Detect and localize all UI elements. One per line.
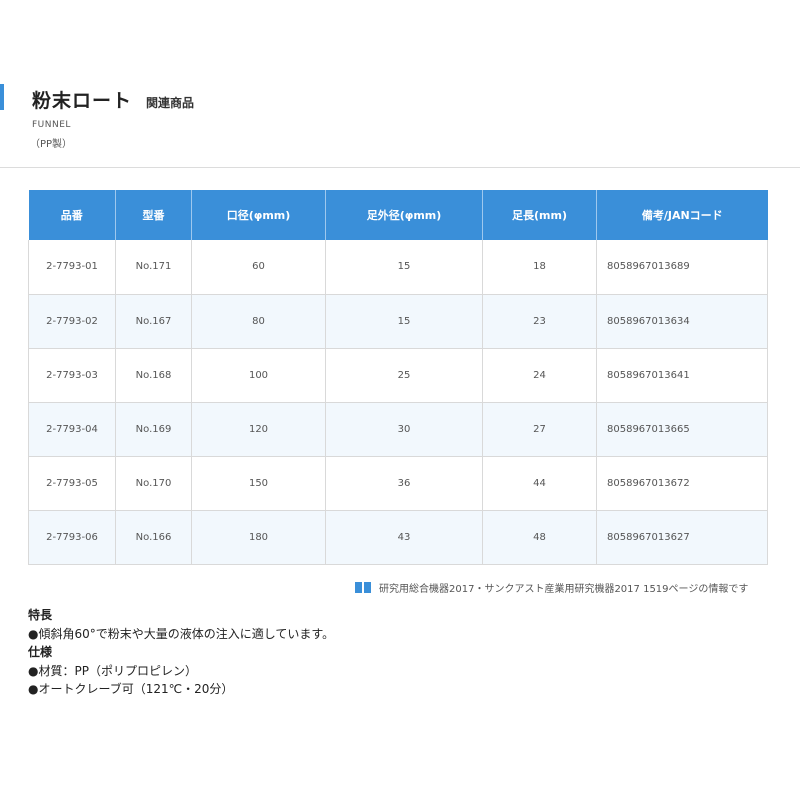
cell-jan-code: 8058967013634: [596, 294, 768, 349]
cell-jan-code: 8058967013665: [596, 402, 768, 457]
cell-mouth-diameter: 120: [191, 402, 326, 457]
specs-heading: 仕様: [28, 645, 53, 659]
table-header-row: 品番 型番 口径(φmm) 足外径(φmm) 足長(mm) 備考/JANコード: [28, 190, 768, 240]
english-name: FUNNEL: [32, 120, 71, 130]
cell-mouth-diameter: 80: [191, 294, 326, 349]
spec-item: ●オートクレーブ可（121℃・20分）: [28, 682, 234, 696]
cell-part-no: 2-7793-02: [28, 294, 116, 349]
cell-part-no: 2-7793-04: [28, 402, 116, 457]
cell-mouth-diameter: 180: [191, 510, 326, 565]
cell-jan-code: 8058967013672: [596, 456, 768, 511]
page-title: 粉末ロート: [32, 90, 133, 112]
material-note: （PP製）: [30, 139, 73, 150]
column-header-model: 型番: [115, 190, 192, 240]
cell-leg-length: 18: [482, 240, 597, 295]
cell-mouth-diameter: 60: [191, 240, 326, 295]
column-header-jan-code: 備考/JANコード: [596, 190, 768, 240]
cell-leg-outer-diameter: 15: [325, 240, 483, 295]
cell-jan-code: 8058967013641: [596, 348, 768, 403]
cell-model: No.170: [115, 456, 192, 511]
cell-leg-outer-diameter: 43: [325, 510, 483, 565]
features-section: 特長 ●傾斜角60°で粉末や大量の液体の注入に適しています。 仕様 ●材質：PP…: [28, 606, 334, 699]
spec-item: ●材質：PP（ポリプロピレン）: [28, 663, 197, 678]
cell-mouth-diameter: 150: [191, 456, 326, 511]
cell-model: No.171: [115, 240, 192, 295]
table-row: 2-7793-03 No.168 100 25 24 8058967013641: [28, 348, 768, 403]
cell-leg-length: 48: [482, 510, 597, 565]
cell-leg-outer-diameter: 36: [325, 456, 483, 511]
column-header-part-no: 品番: [28, 190, 116, 240]
accent-bar: [0, 84, 4, 110]
cell-part-no: 2-7793-03: [28, 348, 116, 403]
spec-table-container: 品番 型番 口径(φmm) 足外径(φmm) 足長(mm) 備考/JANコード …: [28, 190, 768, 565]
cell-part-no: 2-7793-05: [28, 456, 116, 511]
cell-leg-length: 27: [482, 402, 597, 457]
cell-jan-code: 8058967013689: [596, 240, 768, 295]
table-row: 2-7793-05 No.170 150 36 44 8058967013672: [28, 456, 768, 511]
related-products-label: 関連商品: [146, 96, 195, 110]
table-row: 2-7793-02 No.167 80 15 23 8058967013634: [28, 294, 768, 349]
cell-model: No.169: [115, 402, 192, 457]
cell-mouth-diameter: 100: [191, 348, 326, 403]
book-icon: [355, 582, 371, 593]
column-header-mouth-diameter: 口径(φmm): [191, 190, 326, 240]
source-note-text: 研究用総合機器2017・サンクアスト産業用研究機器2017 1519ページの情報…: [379, 584, 749, 595]
feature-item: ●傾斜角60°で粉末や大量の液体の注入に適しています。: [28, 626, 335, 641]
cell-jan-code: 8058967013627: [596, 510, 768, 565]
table-row: 2-7793-06 No.166 180 43 48 8058967013627: [28, 510, 768, 565]
cell-part-no: 2-7793-01: [28, 240, 116, 295]
cell-model: No.167: [115, 294, 192, 349]
spec-table: 品番 型番 口径(φmm) 足外径(φmm) 足長(mm) 備考/JANコード …: [28, 190, 768, 565]
cell-model: No.168: [115, 348, 192, 403]
cell-model: No.166: [115, 510, 192, 565]
cell-leg-length: 24: [482, 348, 597, 403]
table-row: 2-7793-04 No.169 120 30 27 8058967013665: [28, 402, 768, 457]
cell-leg-outer-diameter: 30: [325, 402, 483, 457]
cell-part-no: 2-7793-06: [28, 510, 116, 565]
table-row: 2-7793-01 No.171 60 15 18 8058967013689: [28, 240, 768, 295]
cell-leg-outer-diameter: 25: [325, 348, 483, 403]
column-header-leg-length: 足長(mm): [482, 190, 597, 240]
column-header-leg-outer-diameter: 足外径(φmm): [325, 190, 483, 240]
cell-leg-length: 23: [482, 294, 597, 349]
cell-leg-length: 44: [482, 456, 597, 511]
source-note: 研究用総合機器2017・サンクアスト産業用研究機器2017 1519ページの情報…: [355, 580, 748, 595]
cell-leg-outer-diameter: 15: [325, 294, 483, 349]
product-header: 粉末ロート 関連商品 FUNNEL （PP製）: [0, 78, 800, 168]
features-heading: 特長: [28, 608, 53, 622]
title-row: 粉末ロート 関連商品: [32, 86, 194, 113]
